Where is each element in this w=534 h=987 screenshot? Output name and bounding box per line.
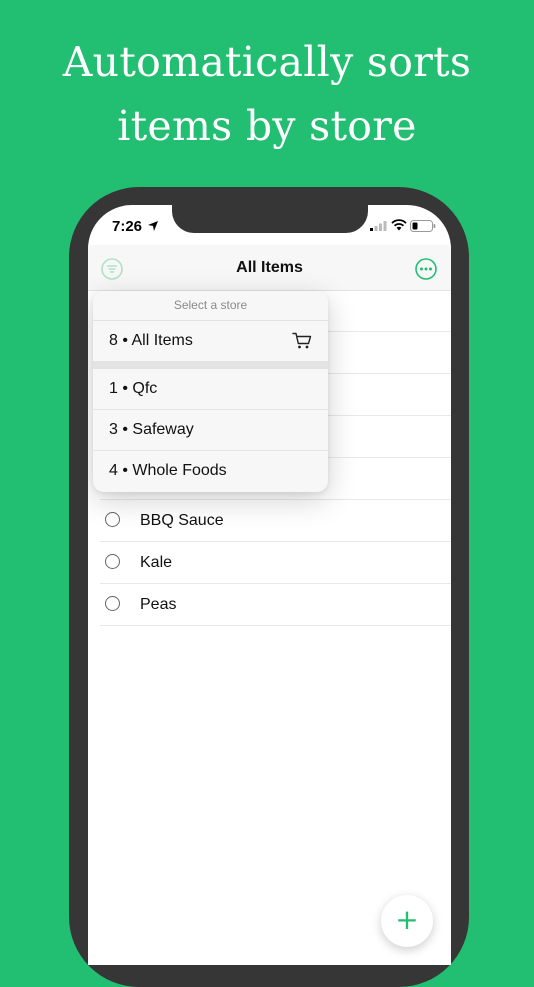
navigation-bar: All Items (88, 245, 451, 291)
checkbox-circle-icon[interactable] (105, 512, 120, 527)
dropdown-item-label: 8 • All Items (109, 332, 193, 349)
checkbox-circle-icon[interactable] (105, 554, 120, 569)
checkbox-circle-icon[interactable] (105, 596, 120, 611)
list-item-label: Kale (140, 554, 173, 571)
signal-icon (370, 221, 387, 231)
dropdown-item-store[interactable]: 4 • Whole Foods (93, 451, 328, 491)
list-item-label: Peas (140, 596, 177, 613)
nav-title: All Items (236, 259, 303, 276)
list-item[interactable]: BBQ Sauce (100, 500, 451, 542)
list-item[interactable]: Peas (100, 584, 451, 626)
dropdown-item-all-items[interactable]: 8 • All Items (93, 321, 328, 362)
headline: Automatically sorts items by store (0, 30, 534, 158)
list-item-label: BBQ Sauce (140, 512, 224, 529)
store-dropdown: Select a store 8 • All Items 1 • Qfc 3 •… (93, 291, 328, 492)
plus-icon: + (395, 903, 419, 936)
status-time: 7:26 (112, 218, 143, 235)
headline-line-2: items by store (117, 102, 417, 150)
cart-icon (292, 332, 312, 349)
headline-line-1: Automatically sorts (62, 38, 472, 86)
battery-icon (410, 220, 436, 232)
phone-screen: 7:26 All Items BBQ Sauce Kale Peas Selec… (88, 205, 451, 965)
dropdown-divider (93, 362, 328, 369)
dropdown-item-store[interactable]: 1 • Qfc (93, 369, 328, 410)
wifi-icon (391, 219, 407, 231)
dropdown-item-label: 3 • Safeway (109, 421, 194, 438)
dropdown-item-label: 4 • Whole Foods (109, 462, 227, 479)
notch (172, 205, 368, 233)
add-item-button[interactable]: + (381, 895, 433, 947)
more-icon[interactable] (415, 258, 437, 280)
location-arrow-icon (148, 221, 158, 231)
dropdown-item-store[interactable]: 3 • Safeway (93, 410, 328, 451)
dropdown-header: Select a store (93, 291, 328, 321)
dropdown-item-label: 1 • Qfc (109, 380, 158, 397)
list-item[interactable]: Kale (100, 542, 451, 584)
